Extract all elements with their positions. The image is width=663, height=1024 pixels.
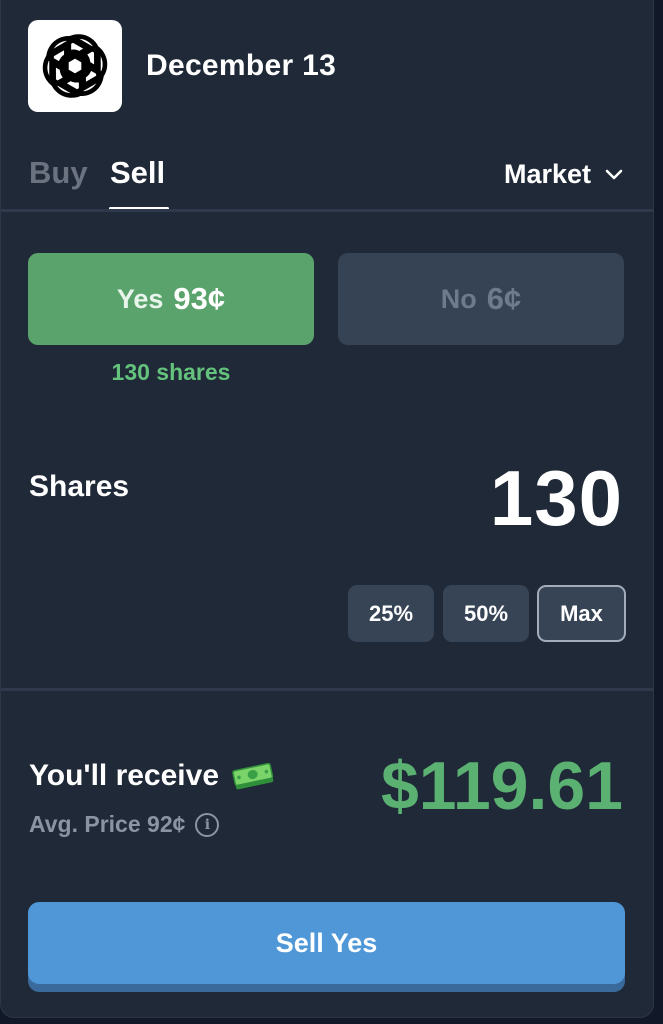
- yes-outcome-button[interactable]: Yes 93¢: [28, 253, 314, 345]
- shares-owned-label: 130 shares: [111, 359, 231, 385]
- avg-price-label: Avg. Price 92¢: [29, 811, 186, 837]
- trade-panel: December 13 Buy Sell Market Yes 93¢ No 6…: [0, 0, 654, 1018]
- avg-price-row: Avg. Price 92¢ i: [29, 811, 220, 838]
- receive-label-row: You'll receive: [29, 759, 275, 793]
- yes-price: 93¢: [173, 281, 226, 316]
- no-label: No: [440, 283, 477, 314]
- yes-label: Yes: [116, 283, 164, 314]
- money-icon: [232, 762, 274, 790]
- quick-max-button[interactable]: Max: [537, 585, 626, 642]
- info-icon[interactable]: i: [195, 812, 220, 837]
- market-logo: [28, 20, 122, 112]
- openai-knot-icon: [38, 29, 112, 103]
- shares-label: Shares: [29, 470, 130, 503]
- receive-divider: [1, 688, 653, 691]
- quick-25-percent-button[interactable]: 25%: [348, 585, 434, 642]
- shares-input[interactable]: 130: [490, 453, 623, 544]
- chevron-down-icon: [605, 169, 623, 179]
- order-type-label: Market: [503, 159, 591, 189]
- tab-sell[interactable]: Sell: [110, 155, 165, 191]
- market-title: December 13: [146, 49, 337, 82]
- tab-buy[interactable]: Buy: [29, 155, 88, 191]
- sell-yes-button[interactable]: Sell Yes: [28, 902, 625, 984]
- no-price: 6¢: [486, 281, 522, 316]
- quick-50-percent-button[interactable]: 50%: [443, 585, 529, 642]
- no-outcome-button[interactable]: No 6¢: [338, 253, 624, 345]
- receive-label: You'll receive: [29, 759, 220, 792]
- tabs-divider: [1, 209, 653, 212]
- order-type-dropdown[interactable]: Market: [504, 159, 623, 190]
- receive-amount: $119.61: [380, 748, 623, 824]
